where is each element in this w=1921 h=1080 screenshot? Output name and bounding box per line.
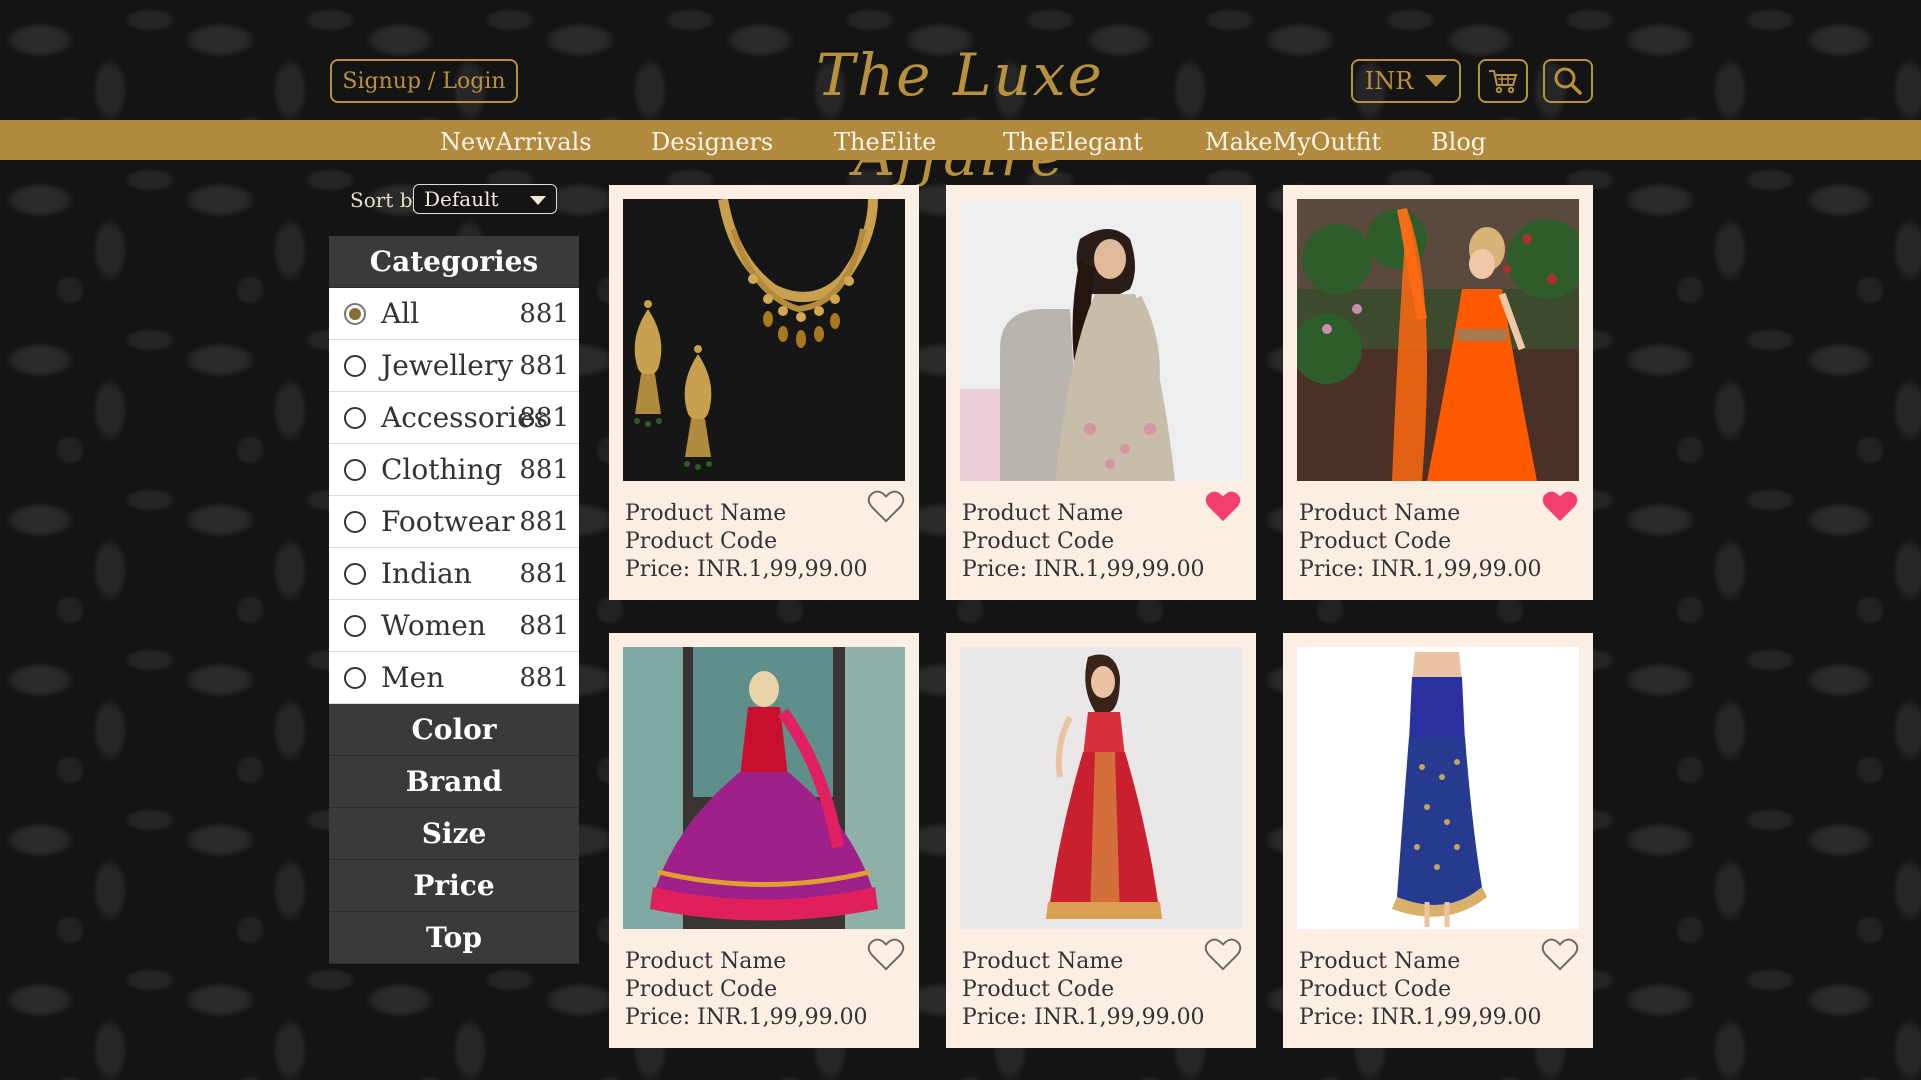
site-header: Signup / Login The Luxe Affaire INR: [0, 0, 1921, 189]
product-card[interactable]: Product Name Product Code Price: INR.1,9…: [946, 185, 1256, 600]
category-count: 881: [519, 662, 569, 693]
nav-item-the-elegant[interactable]: TheElegant: [1003, 120, 1143, 160]
category-label: Footwear: [381, 505, 515, 538]
radio-button[interactable]: [344, 614, 366, 637]
product-card[interactable]: Product Name Product Code Price: INR.1,9…: [609, 185, 919, 600]
filter-sidebar: Categories All 881 Jewellery 881 Accesso…: [329, 236, 579, 964]
product-price: Price: INR.1,99,99.00: [625, 1005, 868, 1030]
product-price: Price: INR.1,99,99.00: [1299, 557, 1542, 582]
category-count: 881: [519, 610, 569, 641]
filter-color[interactable]: Color: [329, 704, 579, 756]
product-price: Price: INR.1,99,99.00: [625, 557, 868, 582]
nav-item-designers[interactable]: Designers: [651, 120, 773, 160]
product-name[interactable]: Product Name: [1299, 949, 1460, 974]
chevron-down-icon: [1425, 75, 1448, 87]
search-icon: [1554, 67, 1582, 95]
category-option-jewellery[interactable]: Jewellery 881: [329, 340, 579, 392]
heart-outline-icon[interactable]: [867, 937, 905, 971]
category-option-all[interactable]: All 881: [329, 288, 579, 340]
cart-button[interactable]: [1478, 59, 1528, 103]
category-count: 881: [519, 298, 569, 329]
heart-filled-icon[interactable]: [1541, 489, 1579, 523]
product-name[interactable]: Product Name: [625, 501, 786, 526]
nav-item-make-my-outfit[interactable]: MakeMyOutfit: [1205, 120, 1381, 160]
product-image-pink-anarkali[interactable]: [623, 647, 905, 929]
currency-value: INR: [1364, 67, 1414, 95]
category-option-footwear[interactable]: Footwear 881: [329, 496, 579, 548]
category-option-women[interactable]: Women 881: [329, 600, 579, 652]
product-name[interactable]: Product Name: [1299, 501, 1460, 526]
heart-outline-icon[interactable]: [867, 489, 905, 523]
product-code: Product Code: [625, 977, 778, 1002]
currency-dropdown[interactable]: INR: [1351, 59, 1461, 103]
category-option-accessories[interactable]: Accessories 881: [329, 392, 579, 444]
radio-button[interactable]: [344, 666, 366, 689]
product-card[interactable]: Product Name Product Code Price: INR.1,9…: [1283, 185, 1593, 600]
product-name[interactable]: Product Name: [625, 949, 786, 974]
category-label: Indian: [381, 557, 472, 590]
product-code: Product Code: [625, 529, 778, 554]
filter-price[interactable]: Price: [329, 860, 579, 912]
category-option-indian[interactable]: Indian 881: [329, 548, 579, 600]
category-count: 881: [519, 558, 569, 589]
category-label: All: [381, 297, 420, 330]
filter-brand[interactable]: Brand: [329, 756, 579, 808]
product-image-blue-gown[interactable]: [1297, 647, 1579, 929]
product-card[interactable]: Product Name Product Code Price: INR.1,9…: [1283, 633, 1593, 1048]
category-option-clothing[interactable]: Clothing 881: [329, 444, 579, 496]
category-count: 881: [519, 350, 569, 381]
sort-value: Default: [424, 187, 499, 211]
signup-login-button[interactable]: Signup / Login: [330, 59, 518, 103]
product-price: Price: INR.1,99,99.00: [962, 1005, 1205, 1030]
chevron-down-icon: [530, 196, 546, 205]
heart-outline-icon[interactable]: [1541, 937, 1579, 971]
product-image-jewellery[interactable]: [623, 199, 905, 481]
product-image-grey-gown[interactable]: [960, 199, 1242, 481]
nav-item-blog[interactable]: Blog: [1431, 120, 1486, 160]
product-code: Product Code: [962, 977, 1115, 1002]
filter-size[interactable]: Size: [329, 808, 579, 860]
heart-filled-icon[interactable]: [1204, 489, 1242, 523]
radio-button[interactable]: [344, 406, 366, 429]
cart-icon: [1489, 70, 1518, 94]
radio-button[interactable]: [344, 302, 366, 325]
radio-button[interactable]: [344, 562, 366, 585]
radio-button[interactable]: [344, 510, 366, 533]
product-price: Price: INR.1,99,99.00: [1299, 1005, 1542, 1030]
main-nav: NewArrivals Designers TheElite TheElegan…: [0, 120, 1921, 160]
categories-heading: Categories: [329, 236, 579, 288]
site-logo[interactable]: The Luxe Affaire: [760, 35, 1160, 189]
product-image-orange-dress[interactable]: [1297, 199, 1579, 481]
product-name[interactable]: Product Name: [962, 501, 1123, 526]
radio-button[interactable]: [344, 354, 366, 377]
sort-select[interactable]: Default: [413, 184, 557, 214]
radio-button[interactable]: [344, 458, 366, 481]
product-image-red-lehenga[interactable]: [960, 647, 1242, 929]
category-count: 881: [519, 402, 569, 433]
product-name[interactable]: Product Name: [962, 949, 1123, 974]
category-count: 881: [519, 506, 569, 537]
category-label: Jewellery: [381, 349, 514, 382]
category-option-men[interactable]: Men 881: [329, 652, 579, 704]
category-label: Men: [381, 661, 445, 694]
product-code: Product Code: [1299, 977, 1452, 1002]
nav-item-the-elite[interactable]: TheElite: [834, 120, 936, 160]
heart-outline-icon[interactable]: [1204, 937, 1242, 971]
product-code: Product Code: [1299, 529, 1452, 554]
category-count: 881: [519, 454, 569, 485]
search-button[interactable]: [1543, 59, 1593, 103]
category-label: Women: [381, 609, 486, 642]
nav-item-new-arrivals[interactable]: NewArrivals: [440, 120, 592, 160]
product-price: Price: INR.1,99,99.00: [962, 557, 1205, 582]
filter-top[interactable]: Top: [329, 912, 579, 964]
category-label: Clothing: [381, 453, 503, 486]
product-code: Product Code: [962, 529, 1115, 554]
product-card[interactable]: Product Name Product Code Price: INR.1,9…: [946, 633, 1256, 1048]
product-card[interactable]: Product Name Product Code Price: INR.1,9…: [609, 633, 919, 1048]
